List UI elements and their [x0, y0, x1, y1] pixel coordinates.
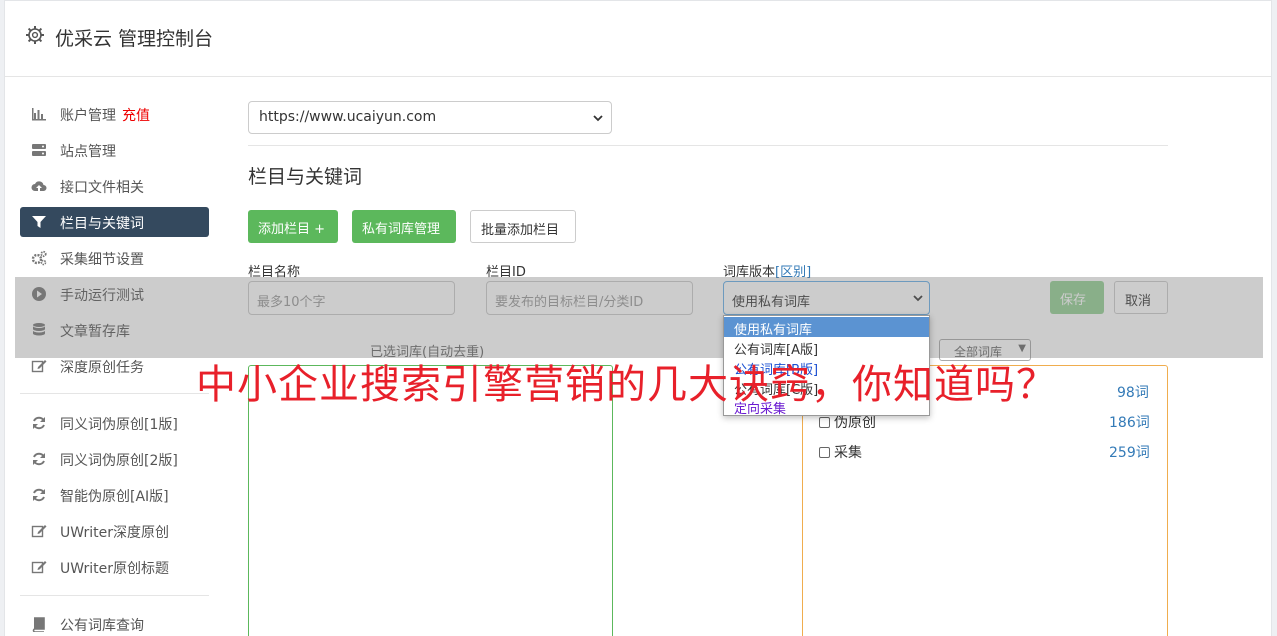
sidebar-item-collect-settings[interactable]: 采集细节设置 [20, 243, 209, 273]
page-title: 优采云 管理控制台 [55, 28, 214, 50]
sidebar-item-label: 站点管理 [60, 144, 116, 160]
cogs-icon [31, 250, 47, 266]
sidebar-item-label: 同义词伪原创[1版] [60, 417, 178, 433]
sidebar-item-label: 采集细节设置 [60, 252, 144, 268]
refresh-icon [31, 451, 47, 467]
page-header: 优采云 管理控制台 [5, 1, 1271, 77]
refresh-icon [31, 487, 47, 503]
dropdown-option[interactable]: 使用私有词库 [724, 317, 929, 338]
gear-icon [25, 25, 45, 45]
sidebar-item-sites[interactable]: 站点管理 [20, 135, 209, 165]
sidebar-item-columns[interactable]: 栏目与关键词 [20, 207, 209, 237]
sidebar-item-label: 同义词伪原创[2版] [60, 453, 178, 469]
edit-icon [31, 358, 47, 374]
server-icon [31, 142, 47, 158]
sidebar-divider [20, 595, 209, 596]
sidebar-item-synonym-v2[interactable]: 同义词伪原创[2版] [20, 444, 209, 474]
sidebar-item-label: 深度原创任务 [60, 360, 144, 376]
book-icon [31, 616, 47, 633]
sidebar-item-synonym-v1[interactable]: 同义词伪原创[1版] [20, 408, 209, 438]
site-select-value: https://www.ucaiyun.com [259, 109, 437, 125]
recharge-link[interactable]: 充值 [122, 108, 150, 124]
checkbox[interactable] [819, 417, 830, 428]
sidebar-item-label: 智能伪原创[AI版] [60, 489, 169, 505]
checkbox[interactable] [819, 447, 830, 458]
sidebar-divider [20, 393, 209, 394]
sidebar-item-uwriter-deep[interactable]: UWriter深度原创 [20, 516, 209, 546]
sidebar-item-label: 接口文件相关 [60, 180, 144, 196]
batch-add-button[interactable]: 批量添加栏目 [470, 210, 576, 243]
sidebar-item-label: UWriter原创标题 [60, 561, 169, 577]
filter-icon [31, 214, 47, 230]
sidebar-item-ai-pseudo[interactable]: 智能伪原创[AI版] [20, 480, 209, 510]
sidebar-item-label: 账户管理 [60, 108, 116, 124]
sidebar-item-label: UWriter深度原创 [60, 525, 169, 541]
sidebar-item-interface[interactable]: 接口文件相关 [20, 171, 209, 201]
sidebar-item-account[interactable]: 账户管理 充值 [20, 99, 209, 129]
headline-banner: 中小企业搜索引擎营销的几大诀窍，你知道吗？ [196, 362, 1057, 408]
overlay-band [15, 277, 1263, 358]
lib-item[interactable]: 采集 [819, 442, 862, 462]
site-select[interactable]: https://www.ucaiyun.com [248, 101, 612, 134]
sidebar-item-uwriter-title[interactable]: UWriter原创标题 [20, 552, 209, 582]
sidebar-item-label: 栏目与关键词 [60, 216, 144, 232]
sidebar-item-public-lib[interactable]: 公有词库查询 [20, 609, 209, 636]
lib-count: 259词 [1109, 445, 1150, 461]
bar-chart-icon [31, 106, 47, 122]
lib-count: 186词 [1109, 415, 1150, 431]
add-column-button[interactable]: 添加栏目 + [248, 210, 338, 243]
cloud-upload-icon [31, 178, 47, 194]
edit-icon [31, 559, 47, 575]
edit-icon [31, 523, 47, 539]
divider [248, 145, 1168, 146]
sidebar-item-label: 公有词库查询 [60, 618, 144, 634]
chevron-down-icon [593, 111, 603, 127]
section-title: 栏目与关键词 [248, 166, 363, 188]
refresh-icon [31, 415, 47, 431]
private-lib-button[interactable]: 私有词库管理 [352, 210, 456, 243]
lib-count: 98词 [1117, 385, 1149, 401]
